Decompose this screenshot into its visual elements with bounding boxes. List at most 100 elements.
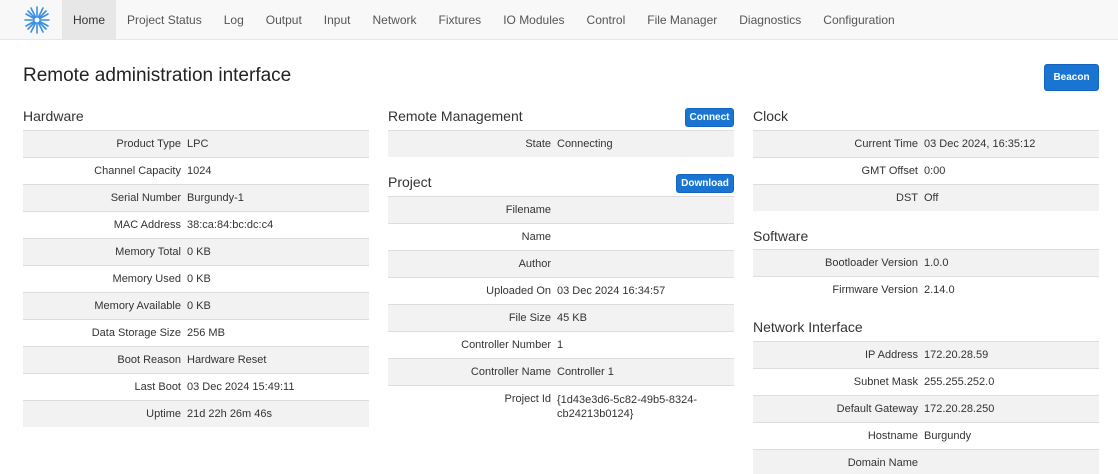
remote-management-title: Remote Management (388, 108, 523, 124)
nav-log[interactable]: Log (213, 0, 255, 40)
table-row: Memory Used 0 KB (23, 265, 369, 292)
row-value: 0 KB (187, 273, 211, 285)
row-value: 0 KB (187, 246, 211, 258)
project-section-title: Project (388, 174, 432, 190)
row-label: Uploaded On (486, 285, 551, 297)
network-interface-title: Network Interface (753, 319, 863, 335)
row-label: Controller Name (470, 366, 551, 378)
row-label: Default Gateway (836, 403, 918, 415)
row-value: 45 KB (557, 312, 587, 324)
row-value: 2.14.0 (924, 284, 955, 296)
row-value: Controller 1 (557, 366, 614, 378)
row-label: Memory Used (112, 273, 181, 285)
table-row: Uptime 21d 22h 26m 46s (23, 400, 369, 427)
row-label: GMT Offset (861, 165, 918, 177)
row-label: Uptime (146, 408, 181, 420)
table-row: Uploaded On 03 Dec 2024 16:34:57 (388, 277, 734, 304)
hardware-table: Product Type LPC Channel Capacity 1024 Seria… (23, 130, 369, 427)
table-row: MAC Address 38:ca:84:bc:dc:c4 (23, 211, 369, 238)
table-row: Project Id {1d43e3d6-5c82-49b5-8324-cb242… (388, 385, 734, 435)
table-row: Default Gateway 172.20.28.250 (753, 395, 1099, 422)
table-row: Filename (388, 196, 734, 223)
row-value: Burgundy (924, 430, 972, 442)
nav-menu: Home Project Status Log Output Input Net… (62, 0, 906, 40)
row-label: Project Id (504, 393, 551, 405)
row-label: Name (521, 231, 551, 243)
row-label: Last Boot (134, 381, 181, 393)
row-label: Filename (505, 204, 551, 216)
clock-section-title: Clock (753, 108, 789, 124)
table-row: Current Time 03 Dec 2024, 16:35:12 (753, 130, 1099, 157)
table-row: Author (388, 250, 734, 277)
nav-output[interactable]: Output (255, 0, 313, 40)
table-row: Hostname Burgundy (753, 422, 1099, 449)
nav-network[interactable]: Network (361, 0, 427, 40)
table-row: Serial Number Burgundy-1 (23, 184, 369, 211)
row-value: 38:ca:84:bc:dc:c4 (187, 219, 274, 231)
row-value: 03 Dec 2024 16:34:57 (557, 285, 666, 297)
nav-configuration[interactable]: Configuration (812, 0, 905, 40)
table-row: Domain Name (753, 449, 1099, 474)
table-row: Last Boot 03 Dec 2024 15:49:11 (23, 373, 369, 400)
table-row: Controller Name Controller 1 (388, 358, 734, 385)
row-value: 0:00 (924, 165, 946, 177)
row-label: Memory Total (115, 246, 181, 258)
row-label: Author (518, 258, 551, 270)
row-label: Bootloader Version (825, 257, 918, 269)
row-label: Product Type (116, 138, 181, 150)
row-value: 21d 22h 26m 46s (187, 408, 273, 420)
table-row: Memory Available 0 KB (23, 292, 369, 319)
row-label: MAC Address (113, 219, 181, 231)
row-value: 1 (557, 339, 564, 351)
connect-button[interactable]: Connect (685, 108, 734, 127)
row-label: Boot Reason (117, 354, 181, 366)
row-label: Memory Available (94, 300, 181, 312)
nav-project-status[interactable]: Project Status (116, 0, 213, 40)
table-row: Product Type LPC (23, 130, 369, 157)
table-row: Name (388, 223, 734, 250)
nav-input[interactable]: Input (313, 0, 362, 40)
nav-diagnostics[interactable]: Diagnostics (728, 0, 812, 40)
beacon-button[interactable]: Beacon (1044, 64, 1099, 91)
table-row: Channel Capacity 1024 (23, 157, 369, 184)
download-button[interactable]: Download (676, 174, 734, 193)
nav-fixtures[interactable]: Fixtures (428, 0, 493, 40)
row-label: File Size (508, 312, 551, 324)
row-value: LPC (187, 138, 209, 150)
row-value: 03 Dec 2024 15:49:11 (187, 381, 295, 393)
nav-file-manager[interactable]: File Manager (636, 0, 728, 40)
software-section-title: Software (753, 228, 809, 244)
row-label: Serial Number (110, 192, 181, 204)
row-value: {1d43e3d6-5c82-49b5-8324-cb24213b0124} (557, 394, 698, 420)
table-row: Controller Number 1 (388, 331, 734, 358)
software-table: Bootloader Version 1.0.0 Firmware Version 2… (753, 249, 1099, 303)
row-value: Burgundy-1 (187, 192, 244, 204)
nav-control[interactable]: Control (576, 0, 637, 40)
row-value: 172.20.28.59 (924, 349, 989, 361)
table-row: Boot Reason Hardware Reset (23, 346, 369, 373)
project-table: Filename Name Author Uploaded On 03 Dec 2024… (388, 196, 734, 435)
table-row: File Size 45 KB (388, 304, 734, 331)
row-label: Domain Name (847, 457, 918, 469)
row-value: 1.0.0 (924, 257, 949, 269)
row-value: Hardware Reset (187, 354, 267, 366)
table-row: Memory Total 0 KB (23, 238, 369, 265)
row-value: 0 KB (187, 300, 211, 312)
table-row: GMT Offset 0:00 (753, 157, 1099, 184)
row-label: Data Storage Size (91, 327, 181, 339)
table-row: State Connecting (388, 130, 734, 157)
starburst-logo-icon[interactable] (24, 5, 50, 35)
network-interface-table: IP Address 172.20.28.59 Subnet Mask 255.255… (753, 341, 1099, 474)
row-value: Connecting (557, 138, 613, 150)
page-title: Remote administration interface (23, 65, 292, 86)
row-label: IP Address (865, 349, 918, 361)
row-label: Firmware Version (832, 284, 918, 296)
nav-home[interactable]: Home (62, 0, 117, 40)
clock-table: Current Time 03 Dec 2024, 16:35:12 GMT Off… (753, 130, 1099, 211)
remote-management-table: State Connecting (388, 130, 734, 157)
top-navbar: Home Project Status Log Output Input Net… (0, 0, 1118, 40)
row-value: 1024 (187, 165, 212, 177)
row-value: 255.255.252.0 (924, 376, 995, 388)
row-label: Channel Capacity (94, 165, 181, 177)
nav-io-modules[interactable]: IO Modules (492, 0, 575, 40)
